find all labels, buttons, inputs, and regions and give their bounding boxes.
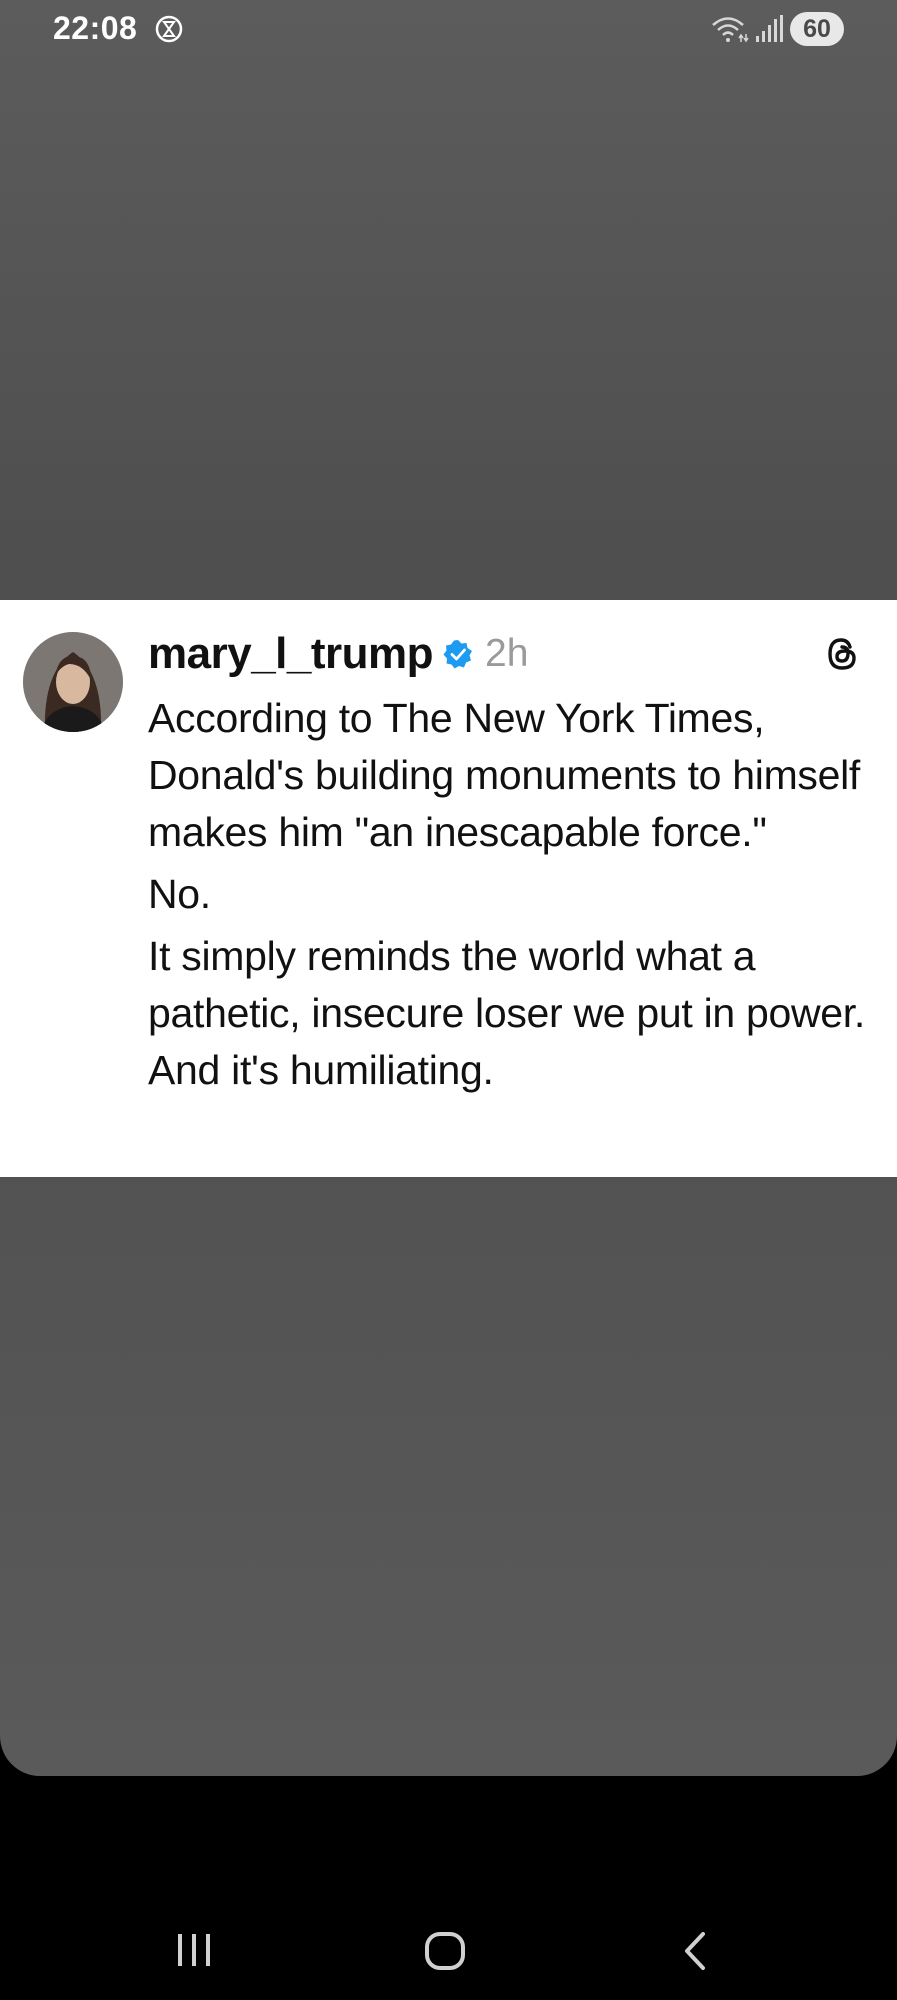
post-body: According to The New York Times, Donald'… — [148, 690, 883, 1104]
recent-apps-icon[interactable] — [170, 1926, 218, 1974]
post-paragraph: No. — [148, 871, 211, 917]
battery-indicator: 60 — [790, 12, 844, 46]
signal-icon — [756, 15, 783, 42]
post-paragraph: It simply reminds the world what a pathe… — [148, 933, 865, 1093]
status-bar: 22:08 60 — [0, 0, 897, 60]
post-header: mary_l_trump 2h — [148, 624, 528, 684]
status-time: 22:08 — [53, 10, 138, 46]
back-icon[interactable] — [675, 1926, 715, 1976]
post-timestamp: 2h — [485, 632, 529, 675]
home-icon[interactable] — [420, 1926, 470, 1976]
threads-post-card[interactable]: mary_l_trump 2h According to The New Yor… — [0, 600, 897, 1177]
wifi-icon — [712, 17, 749, 43]
screenshot-viewer: 22:08 60 mary_l_trump 2h According to Th… — [0, 0, 897, 1776]
verified-badge-icon — [443, 640, 473, 669]
threads-logo-icon[interactable] — [822, 634, 862, 674]
timer-icon — [155, 15, 183, 43]
navigation-bar — [0, 1900, 897, 2000]
username[interactable]: mary_l_trump — [148, 629, 434, 679]
post-paragraph: According to The New York Times, Donald'… — [148, 695, 861, 855]
avatar[interactable] — [23, 632, 123, 732]
